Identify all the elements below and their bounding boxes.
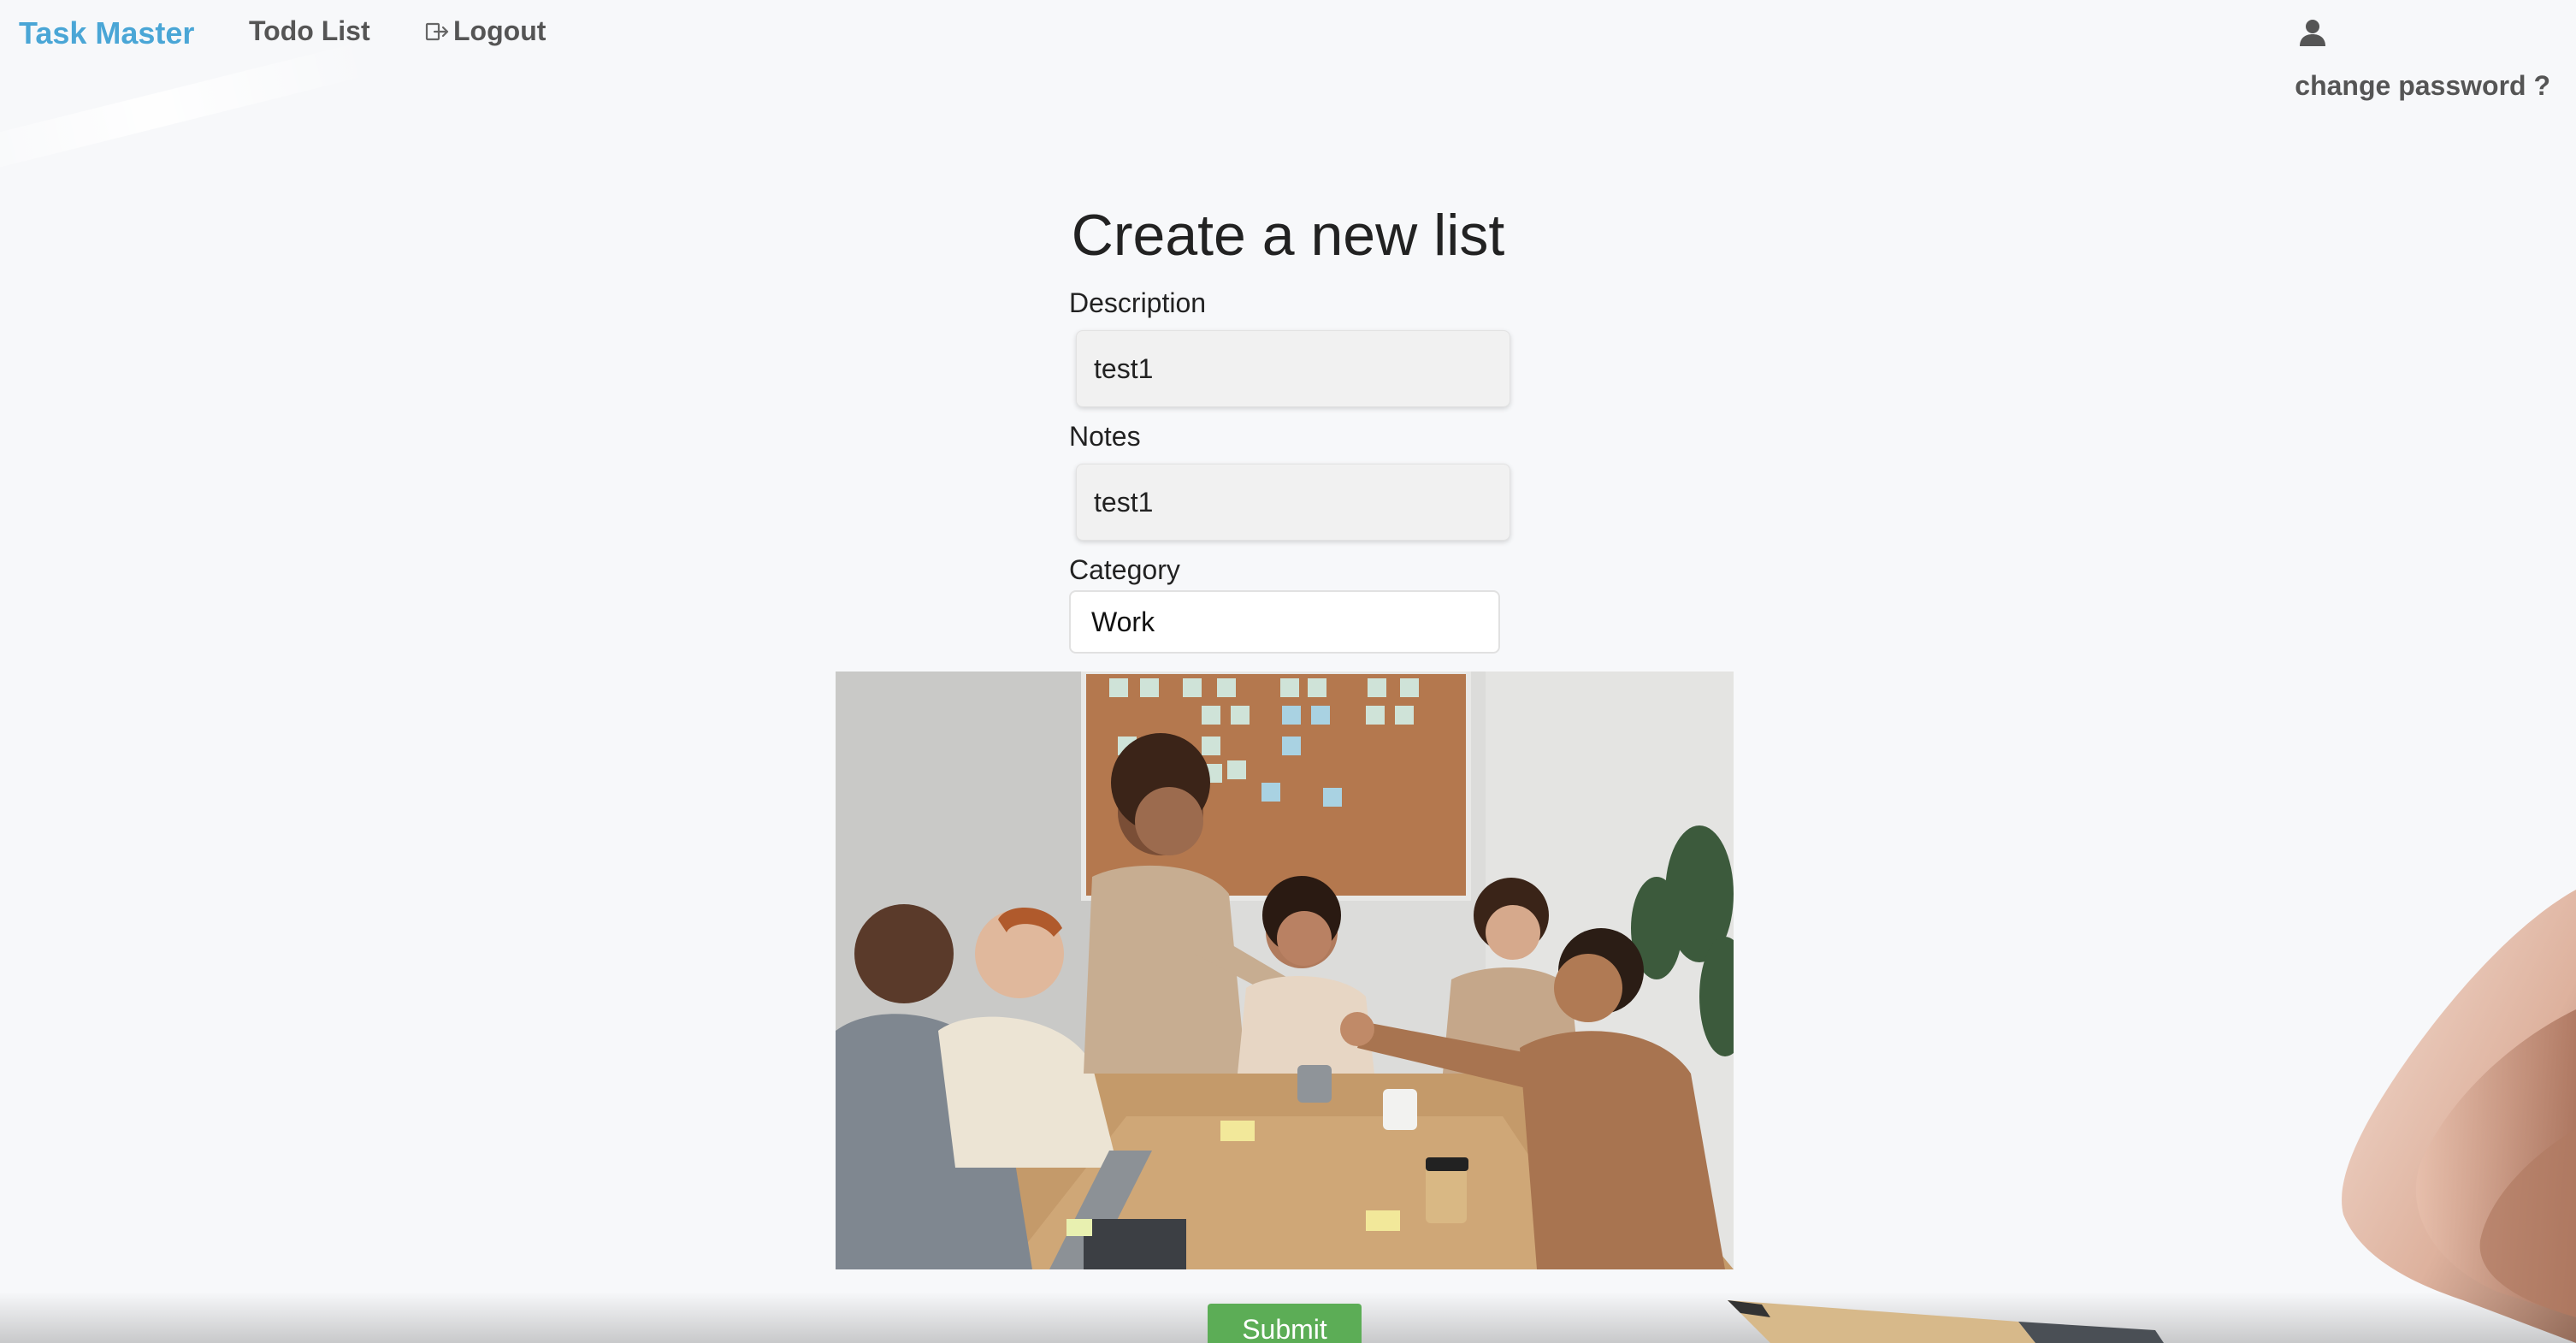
- logout-icon: [424, 19, 450, 44]
- submit-button[interactable]: Submit: [1208, 1304, 1362, 1343]
- logout-label: Logout: [453, 15, 547, 46]
- meeting-photo: [836, 672, 1734, 1269]
- hand-pencil-decoration: [1710, 855, 2576, 1343]
- brand-logo[interactable]: Task Master: [19, 15, 194, 51]
- page-title: Create a new list: [1071, 203, 1505, 268]
- category-select[interactable]: Work: [1069, 590, 1500, 654]
- notes-input[interactable]: [1076, 464, 1510, 541]
- description-label: Description: [1069, 287, 1207, 318]
- top-nav: Task Master Todo List Logout change pass…: [0, 0, 2576, 101]
- description-input[interactable]: [1076, 330, 1510, 407]
- nav-todo-list[interactable]: Todo List: [249, 15, 370, 47]
- category-label: Category: [1069, 554, 1180, 585]
- notes-label: Notes: [1069, 421, 1141, 452]
- change-password-link[interactable]: change password ?: [2295, 70, 2550, 102]
- user-icon[interactable]: [2297, 17, 2328, 48]
- category-selected-value: Work: [1091, 606, 1155, 637]
- nav-logout[interactable]: Logout: [424, 15, 546, 47]
